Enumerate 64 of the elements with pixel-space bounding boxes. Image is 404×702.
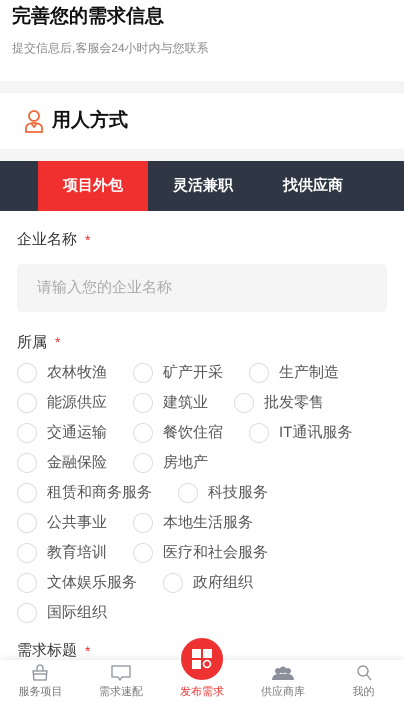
radio-label[interactable]: 房地产 [163,452,208,474]
nav-item[interactable]: 服务项目 [0,660,81,702]
chat-bubble-icon [110,662,132,682]
radio-button[interactable] [17,543,37,563]
tab[interactable]: 项目外包 [38,161,148,211]
radio-button[interactable] [163,573,183,593]
radio-label[interactable]: 政府组织 [193,572,253,594]
radio-button[interactable] [133,513,153,533]
radio-button[interactable] [17,423,37,443]
page-subtitle: 提交信息后,客服会24小时内与您联系 [12,40,210,57]
section-title: 用人方式 [52,108,128,133]
required-mark: * [85,230,90,250]
nav-item[interactable]: 需求速配 [80,660,162,702]
radio-label[interactable]: 公共事业 [47,512,107,534]
radio-label[interactable]: 农林牧渔 [47,362,107,384]
crowd-icon [270,664,295,680]
required-mark: * [55,333,60,352]
radio-button[interactable] [249,423,269,443]
radio-button[interactable] [234,393,254,413]
radio-label[interactable]: 餐饮住宿 [163,422,223,444]
radio-label[interactable]: 医疗和社会服务 [163,542,268,564]
radio-label[interactable]: 生产制造 [279,362,339,384]
bag-icon [30,662,50,682]
nav-item[interactable]: 供应商库 [242,660,324,702]
radio-label[interactable]: 国际组织 [47,602,107,624]
radio-label[interactable]: 建筑业 [163,392,208,414]
grid-search-icon [191,648,213,670]
radio-button[interactable] [178,483,198,503]
radio-label[interactable]: 能源供应 [47,392,107,414]
radio-label[interactable]: 文体娱乐服务 [47,572,137,594]
company-name-field[interactable]: 请输入您的企业名称 [17,264,387,312]
radio-button[interactable] [17,393,37,413]
radio-button[interactable] [17,453,37,473]
radio-label[interactable]: 教育培训 [47,542,107,564]
user-icon [24,109,44,133]
radio-label[interactable]: 科技服务 [208,482,268,504]
radio-label[interactable]: 批发零售 [264,392,324,414]
nav-item[interactable]: 发布需求 [162,682,242,702]
field-label: 企业名称 [17,230,77,250]
field-label: 所属 [17,332,47,352]
radio-button[interactable] [133,363,153,383]
radio-label[interactable]: 交通运输 [47,422,107,444]
radio-button[interactable] [133,543,153,563]
required-mark: * [85,642,90,661]
page-title: 完善您的需求信息 [12,4,165,29]
nav-item[interactable]: 我的 [323,660,404,702]
field-label: 需求标题 [17,641,77,661]
radio-label[interactable]: 租赁和商务服务 [47,482,152,504]
radio-button[interactable] [133,423,153,443]
radio-label[interactable]: 本地生活服务 [163,512,253,534]
radio-button[interactable] [17,573,37,593]
radio-button[interactable] [249,363,269,383]
radio-label[interactable]: IT通讯服务 [279,422,352,444]
radio-label[interactable]: 矿产开采 [163,362,223,384]
radio-button[interactable] [17,483,37,503]
radio-button[interactable] [17,603,37,623]
magnifier-icon [356,664,372,682]
radio-button[interactable] [133,453,153,473]
tab[interactable]: 灵活兼职 [148,161,258,211]
tab[interactable]: 找供应商 [258,161,368,211]
radio-button[interactable] [133,393,153,413]
radio-label[interactable]: 金融保险 [47,452,107,474]
radio-button[interactable] [17,513,37,533]
radio-button[interactable] [17,363,37,383]
